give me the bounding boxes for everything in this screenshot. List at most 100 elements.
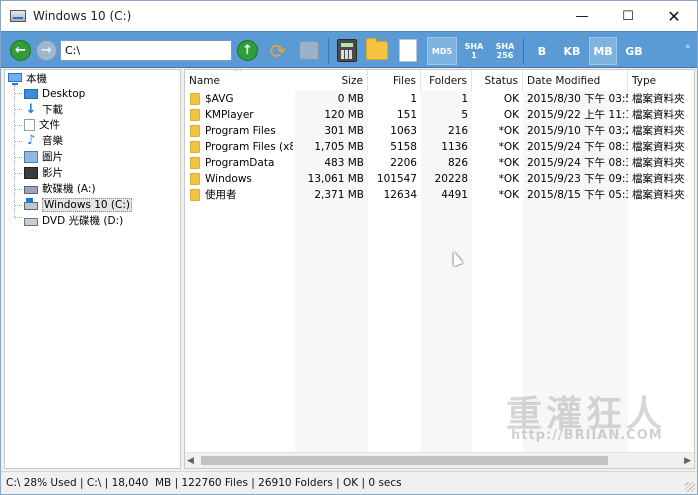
sha256-button[interactable]: SHA 256 [490, 37, 520, 65]
column-header-status[interactable]: Status [472, 70, 523, 91]
scroll-right-icon[interactable]: ▶ [684, 456, 691, 466]
tree-connector [15, 93, 22, 94]
sha1-button[interactable]: SHA 1 [459, 37, 489, 65]
documents-icon [24, 118, 35, 131]
table-row[interactable]: Program Files 301 MB 1063 216 *OK 2015/9/10 下… [185, 123, 694, 139]
tree-connector [15, 141, 22, 142]
column-header-size[interactable]: Size [295, 70, 368, 91]
resize-grip-icon[interactable] [685, 482, 695, 492]
cell-name: ProgramData [205, 157, 275, 169]
status-separator: | [332, 477, 344, 489]
cell-date: 2015/9/22 上午 11:14 [527, 109, 628, 121]
folder-button[interactable] [366, 38, 388, 60]
column-header-folders[interactable]: Folders [421, 70, 472, 91]
calculator-button[interactable] [337, 39, 357, 62]
tree-item-downloads[interactable]: ↓ 下載 [24, 102, 63, 117]
cell-status: *OK [498, 189, 519, 201]
up-button[interactable]: ↑ [237, 40, 258, 61]
cell-files: 5158 [390, 141, 417, 153]
tree-item-music[interactable]: ♪ 音樂 [24, 133, 63, 148]
unit-kb-button[interactable]: KB [558, 37, 586, 65]
tree-item-this-pc[interactable]: 本機 [8, 71, 47, 86]
cell-files: 1 [410, 93, 417, 105]
cell-files: 1063 [390, 125, 417, 137]
cell-size: 483 MB [324, 157, 364, 169]
refresh-button[interactable]: ⟳ [266, 39, 290, 63]
unit-b-button[interactable]: B [528, 37, 556, 65]
stop-button[interactable] [299, 41, 319, 60]
folder-icon [190, 157, 200, 169]
arrow-left-icon: ← [15, 43, 26, 58]
tree-item-label: 下載 [42, 104, 63, 116]
tree-item-videos[interactable]: 影片 [24, 165, 63, 180]
close-button[interactable]: ✕ [651, 1, 697, 31]
sha256-label: SHA [495, 42, 515, 51]
status-separator: | [358, 477, 369, 489]
cell-size: 13,061 MB [307, 173, 364, 185]
cell-size: 0 MB [337, 93, 364, 105]
minimize-button[interactable]: — [559, 1, 605, 31]
cell-status: OK [503, 109, 519, 121]
cell-folders: 1136 [441, 141, 468, 153]
cell-type: 檔案資料夾 [632, 125, 685, 137]
table-row[interactable]: $AVG 0 MB 1 1 OK 2015/8/30 下午 03:53 檔案資料夾 [185, 91, 694, 107]
main-window: Windows 10 (C:) — ☐ ✕ ← → C:\ ↑ ⟳ MD5 SH… [0, 0, 698, 495]
table-row[interactable]: 使用者 2,371 MB 12634 4491 *OK 2015/8/15 下午 05:3… [185, 187, 694, 203]
back-button[interactable]: ← [10, 40, 31, 61]
maximize-button[interactable]: ☐ [605, 1, 651, 31]
column-header-date-modified[interactable]: Date Modified [523, 70, 628, 91]
scrollbar-thumb[interactable] [201, 456, 608, 465]
table-row[interactable]: Program Files (x86) 1,705 MB 5158 1136 *OK 20… [185, 139, 694, 155]
cell-date: 2015/8/30 下午 03:53 [527, 93, 628, 105]
cell-size: 1,705 MB [314, 141, 364, 153]
unit-gb-button[interactable]: GB [620, 37, 648, 65]
cell-folders: 5 [461, 109, 468, 121]
tree-item-documents[interactable]: 文件 [24, 117, 60, 132]
unit-mb-button[interactable]: MB [589, 37, 617, 65]
table-row[interactable]: KMPlayer 120 MB 151 5 OK 2015/9/22 上午 11:14 檔案… [185, 107, 694, 123]
cell-type: 檔案資料夾 [632, 141, 685, 153]
table-row[interactable]: Windows 13,061 MB 101547 20228 *OK 2015/9/23 … [185, 171, 694, 187]
cell-name: KMPlayer [205, 109, 254, 121]
cell-type: 檔案資料夾 [632, 189, 685, 201]
tree-item-label: 軟碟機 (A:) [42, 183, 96, 195]
cell-folders: 216 [447, 125, 468, 137]
tree-item-floppy-drive[interactable]: 軟碟機 (A:) [24, 181, 96, 196]
cell-status: OK [503, 93, 519, 105]
tree-item-label: 圖片 [42, 151, 63, 163]
desktop-icon [24, 88, 38, 99]
horizontal-scrollbar[interactable]: ◀ ▶ [185, 452, 694, 468]
cell-type: 檔案資料夾 [632, 109, 685, 121]
folder-tree[interactable]: 本機 Desktop ↓ 下載 文件 ♪ 音樂 圖片 影片 軟碟機 (A:) W… [4, 69, 181, 469]
tree-item-dvd-drive[interactable]: DVD 光碟機 (D:) [24, 213, 123, 228]
cell-name: Program Files (x86) [205, 141, 293, 153]
tree-item-pictures[interactable]: 圖片 [24, 149, 63, 164]
sort-ascending-icon: ^ [235, 69, 242, 76]
toolbar-overflow-button[interactable]: » [685, 42, 691, 52]
arrow-right-icon: → [41, 43, 52, 58]
cell-date: 2015/9/24 下午 08:33 [527, 157, 628, 169]
cell-type: 檔案資料夾 [632, 93, 685, 105]
column-header-type[interactable]: Type [628, 70, 694, 91]
md5-button[interactable]: MD5 [427, 37, 457, 65]
column-header-files[interactable]: Files [368, 70, 421, 91]
status-bar: C:\ 28% Used | C:\ | 18,040 MB | 122760 … [1, 471, 697, 494]
file-button[interactable] [399, 39, 417, 62]
md5-label: MD5 [431, 46, 453, 56]
tree-connector [15, 217, 22, 218]
tree-item-label: Windows 10 (C:) [42, 197, 132, 212]
path-input[interactable]: C:\ [60, 40, 232, 61]
forward-button[interactable]: → [36, 40, 57, 61]
tree-item-desktop[interactable]: Desktop [24, 86, 85, 101]
folder-icon [190, 109, 200, 121]
status-time: 0 secs [368, 477, 402, 489]
watermark-url: http://BRIIAN.COM [511, 428, 663, 443]
folder-icon [190, 141, 200, 153]
sha256-sub-label: 256 [496, 51, 514, 60]
table-row[interactable]: ProgramData 483 MB 2206 826 *OK 2015/9/24 下午 … [185, 155, 694, 171]
scroll-left-icon[interactable]: ◀ [187, 456, 194, 466]
cell-status: *OK [498, 141, 519, 153]
status-folders: 26910 Folders [258, 477, 333, 489]
cell-folders: 1 [461, 93, 468, 105]
tree-item-windows-drive[interactable]: Windows 10 (C:) [24, 197, 132, 212]
